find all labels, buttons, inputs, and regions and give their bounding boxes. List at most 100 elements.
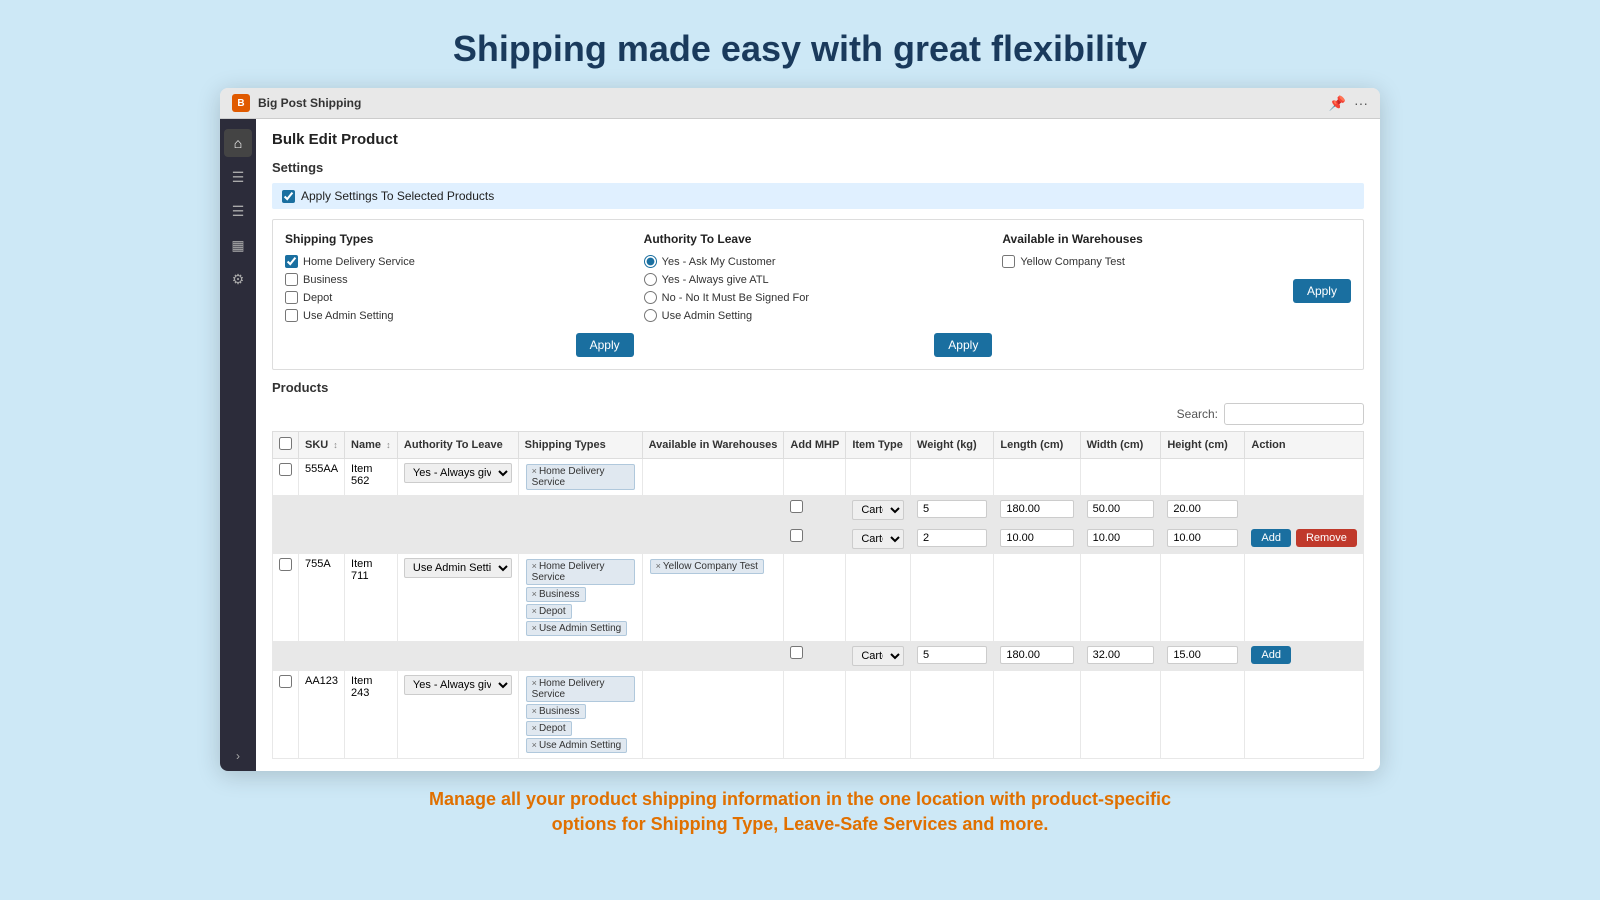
- apply-settings-bar: Apply Settings To Selected Products: [272, 183, 1364, 209]
- atl-must-sign-radio[interactable]: [644, 291, 657, 304]
- row1-length: [994, 459, 1080, 496]
- row2-width: [1080, 554, 1161, 642]
- subrow1b-actions: Add Remove: [1251, 529, 1357, 547]
- subrow1a-weight[interactable]: [917, 500, 987, 518]
- authority-apply-button[interactable]: Apply: [934, 333, 992, 357]
- shipping-type-depot-checkbox[interactable]: [285, 291, 298, 304]
- atl-always-give-radio[interactable]: [644, 273, 657, 286]
- subrow1b-width[interactable]: [1087, 529, 1155, 547]
- row1-add-mhp: [784, 459, 846, 496]
- row3-action: [1245, 671, 1364, 759]
- shipping-types-apply-button[interactable]: Apply: [576, 333, 634, 357]
- col-name: Name ↕: [345, 432, 398, 459]
- subrow1b-height[interactable]: [1167, 529, 1238, 547]
- sidebar-gear-icon[interactable]: ⚙: [224, 265, 252, 293]
- row2-warehouses: ×Yellow Company Test: [649, 558, 778, 575]
- subrow1b-checkbox[interactable]: [790, 529, 803, 542]
- subrow2a-width[interactable]: [1087, 646, 1155, 664]
- search-input[interactable]: [1224, 403, 1364, 425]
- authority-title: Authority To Leave: [644, 232, 993, 246]
- products-section: Products Search: SKU ↕ Name ↕ Authority …: [272, 380, 1364, 759]
- shipping-type-depot: Depot: [285, 291, 634, 304]
- subrow1a-width[interactable]: [1087, 500, 1155, 518]
- products-table: SKU ↕ Name ↕ Authority To Leave Shipping…: [272, 431, 1364, 759]
- row2-shipping-types: ×Home Delivery Service ×Business ×Depot …: [525, 558, 636, 637]
- row3-authority-select[interactable]: Yes - Always give ATL Yes - Ask My Custo…: [404, 675, 512, 695]
- row3-width: [1080, 671, 1161, 759]
- sidebar-box-icon[interactable]: ▦: [224, 231, 252, 259]
- subrow1b-add-button[interactable]: Add: [1251, 529, 1291, 547]
- row1-checkbox[interactable]: [279, 463, 292, 476]
- col-weight: Weight (kg): [911, 432, 994, 459]
- subrow1b-length[interactable]: [1000, 529, 1073, 547]
- warehouse-yellow-label: Yellow Company Test: [1020, 256, 1125, 268]
- subrow1a-length[interactable]: [1000, 500, 1073, 518]
- row3-sku: AA123: [299, 671, 345, 759]
- subrow1a-checkbox[interactable]: [790, 500, 803, 513]
- tag-depot3: ×Depot: [526, 721, 572, 736]
- row2-length: [994, 554, 1080, 642]
- row2-checkbox[interactable]: [279, 558, 292, 571]
- shipping-type-home: Home Delivery Service: [285, 255, 634, 268]
- tag-admin3: ×Use Admin Setting: [526, 738, 628, 753]
- apply-settings-checkbox[interactable]: [282, 190, 295, 203]
- subrow2a-itemtype-select[interactable]: Cartor: [852, 646, 904, 666]
- subrow1b-itemtype-select[interactable]: Cartor: [852, 529, 904, 549]
- col-action: Action: [1245, 432, 1364, 459]
- subrow2a-add-button[interactable]: Add: [1251, 646, 1291, 664]
- subrow2a-checkbox[interactable]: [790, 646, 803, 659]
- row2-authority-select[interactable]: Use Admin Setting Yes - Ask My Customer …: [404, 558, 512, 578]
- sidebar-home-icon[interactable]: ⌂: [224, 129, 252, 157]
- row2-add-mhp: [784, 554, 846, 642]
- subrow2a-length[interactable]: [1000, 646, 1073, 664]
- row1-width: [1080, 459, 1161, 496]
- row1-warehouses: [642, 459, 784, 496]
- col-checkbox: [273, 432, 299, 459]
- warehouse-yellow-checkbox[interactable]: [1002, 255, 1015, 268]
- shipping-type-business-checkbox[interactable]: [285, 273, 298, 286]
- sidebar-list2-icon[interactable]: ☰: [224, 197, 252, 225]
- row1-shipping-types: ×Home Delivery Service: [525, 463, 636, 491]
- search-label: Search:: [1177, 407, 1218, 421]
- shipping-type-admin-checkbox[interactable]: [285, 309, 298, 322]
- subrow1b-weight[interactable]: [917, 529, 987, 547]
- atl-always-give: Yes - Always give ATL: [644, 273, 993, 286]
- shipping-type-home-checkbox[interactable]: [285, 255, 298, 268]
- subrow2a-height[interactable]: [1167, 646, 1238, 664]
- shipping-type-admin-label: Use Admin Setting: [303, 310, 394, 322]
- row1-weight: [911, 459, 994, 496]
- subrow1a-itemtype-select[interactable]: Cartor: [852, 500, 904, 520]
- col-authority: Authority To Leave: [397, 432, 518, 459]
- warehouses-apply-button[interactable]: Apply: [1293, 279, 1351, 303]
- row2-height: [1161, 554, 1245, 642]
- subrow2a-weight[interactable]: [917, 646, 987, 664]
- pin-icon[interactable]: 📌: [1329, 95, 1346, 112]
- shipping-types-title: Shipping Types: [285, 232, 634, 246]
- col-item-type: Item Type: [846, 432, 911, 459]
- table-row: 555AA Item 562 Yes - Always give ATL Yes…: [273, 459, 1364, 496]
- shipping-type-business-label: Business: [303, 274, 348, 286]
- apply-settings-label: Apply Settings To Selected Products: [301, 189, 494, 203]
- more-icon[interactable]: ···: [1354, 95, 1368, 112]
- row3-checkbox[interactable]: [279, 675, 292, 688]
- subrow1b-remove-button[interactable]: Remove: [1296, 529, 1357, 547]
- row1-item-type: [846, 459, 911, 496]
- row1-authority-select[interactable]: Yes - Always give ATL Yes - Ask My Custo…: [404, 463, 512, 483]
- col-length: Length (cm): [994, 432, 1080, 459]
- authority-to-leave-col: Authority To Leave Yes - Ask My Customer…: [644, 232, 993, 357]
- tag-home: ×Home Delivery Service: [526, 559, 635, 585]
- select-all-checkbox[interactable]: [279, 437, 292, 450]
- sidebar-list1-icon[interactable]: ☰: [224, 163, 252, 191]
- subrow1a-height[interactable]: [1167, 500, 1238, 518]
- table-row: Cartor: [273, 496, 1364, 525]
- sidebar-expand-btn[interactable]: ›: [236, 749, 240, 763]
- warehouses-col: Available in Warehouses Yellow Company T…: [1002, 232, 1351, 357]
- table-row: Cartor Add: [273, 642, 1364, 671]
- tag-admin: ×Use Admin Setting: [526, 621, 628, 636]
- shipping-type-depot-label: Depot: [303, 292, 332, 304]
- atl-ask-customer-radio[interactable]: [644, 255, 657, 268]
- col-height: Height (cm): [1161, 432, 1245, 459]
- row1-sku: 555AA: [299, 459, 345, 496]
- atl-admin-setting-radio[interactable]: [644, 309, 657, 322]
- app-name: Big Post Shipping: [258, 96, 1321, 110]
